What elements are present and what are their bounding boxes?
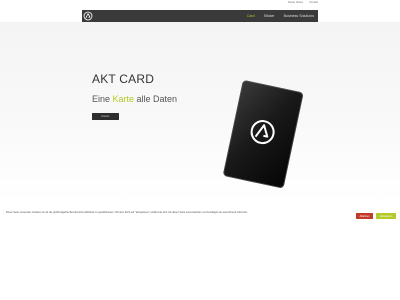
cookie-text: Diese Seite verwendet Cookies um dir die…: [6, 211, 248, 214]
nav-item-card[interactable]: Card: [247, 14, 255, 18]
page: Kasse Status Kontakt Card Sticker Busine…: [0, 0, 400, 300]
hero-subtitle-start: Eine: [92, 94, 113, 104]
hero-subtitle-accent: Karte: [112, 94, 135, 104]
hero-subtitle-end: alle Daten: [134, 94, 178, 104]
akt-logo-icon[interactable]: [83, 11, 93, 21]
cookie-decline-button[interactable]: Ablehnen: [356, 213, 373, 219]
nav-menu: Card Sticker Business Solutions: [247, 10, 314, 22]
hero-title: AKT CARD: [92, 72, 155, 86]
cookie-bar: Diese Seite verwendet Cookies um dir die…: [0, 211, 400, 221]
top-link-status[interactable]: Kasse Status: [288, 1, 303, 4]
top-link-contact[interactable]: Kontakt: [309, 1, 318, 4]
buy-button[interactable]: Kaufen: [92, 113, 119, 120]
hero-section: [0, 22, 400, 202]
card-illustration: [212, 80, 312, 190]
nav-item-sticker[interactable]: Sticker: [264, 14, 275, 18]
top-links: Kasse Status Kontakt: [288, 1, 318, 4]
navbar: Card Sticker Business Solutions: [82, 10, 318, 22]
cookie-accept-button[interactable]: Akzeptieren: [376, 213, 396, 219]
nav-item-business-solutions[interactable]: Business Solutions: [284, 14, 314, 18]
hero-subtitle: Eine Karte alle Daten: [92, 94, 177, 104]
card-image: [223, 80, 303, 188]
